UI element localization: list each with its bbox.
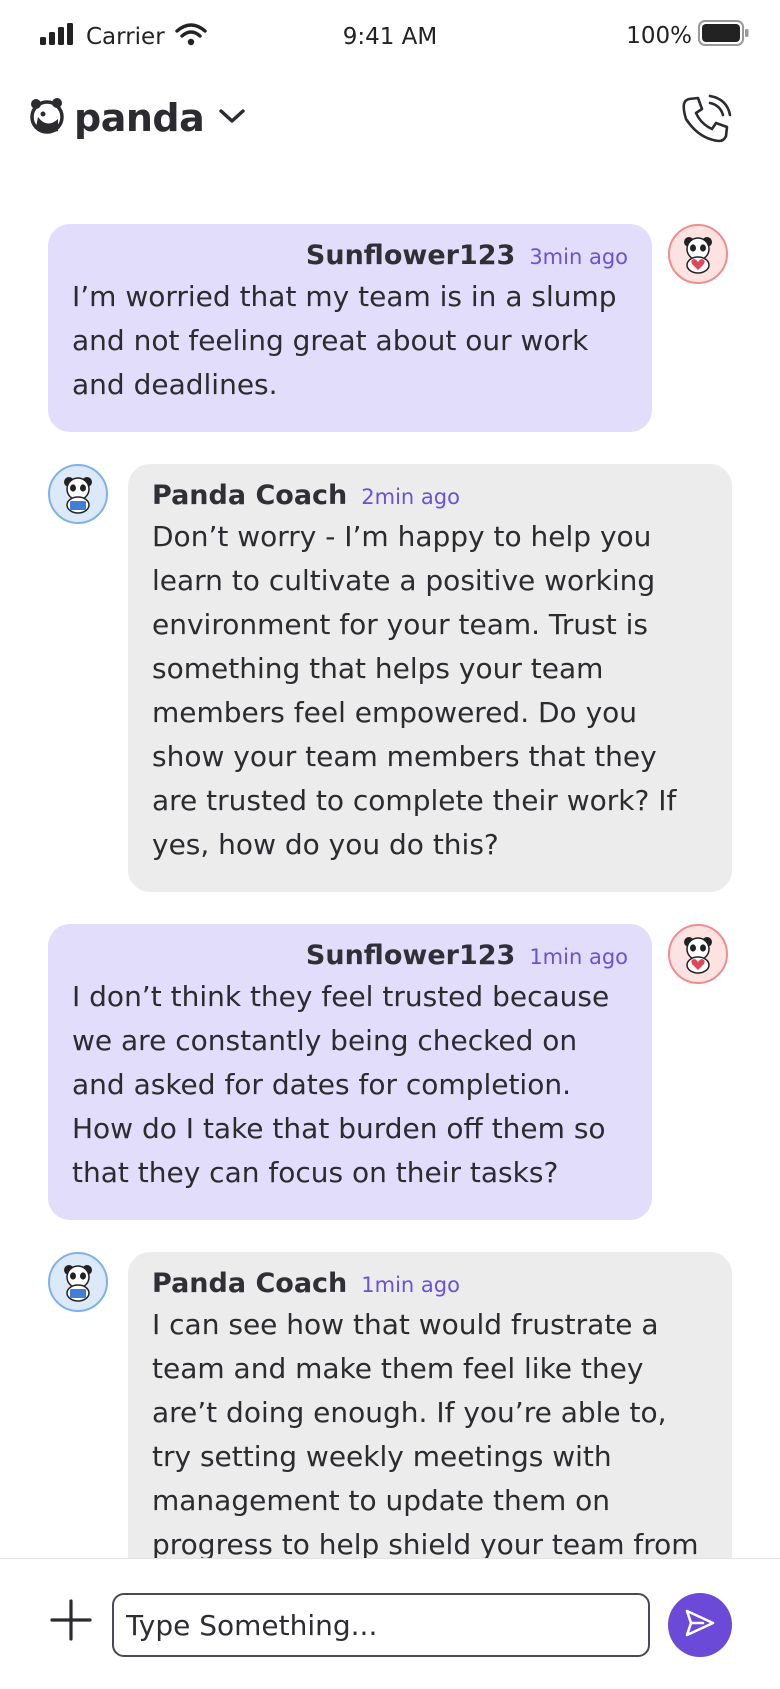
chat-message-coach: Panda Coach 1min ago I can see how that …	[128, 1252, 732, 1558]
chat-message-user: Sunflower123 1min ago I don’t think they…	[48, 924, 652, 1220]
status-bar: Carrier 9:41 AM 100%	[0, 0, 780, 76]
battery-percent: 100%	[626, 23, 692, 49]
chevron-down-icon	[218, 107, 246, 129]
message-author: Panda Coach	[152, 480, 348, 511]
message-text: Don’t worry - I’m happy to help you lear…	[152, 520, 677, 861]
message-text: I can see how that would frustrate a tea…	[152, 1308, 699, 1558]
message-meta: Sunflower123 3min ago	[72, 240, 628, 271]
message-input[interactable]	[112, 1593, 650, 1657]
phone-call-icon	[679, 93, 733, 151]
panda-laptop-avatar-icon	[48, 1252, 108, 1312]
message-bubble: Sunflower123 3min ago I’m worried that m…	[48, 224, 652, 432]
message-bubble: Sunflower123 1min ago I don’t think they…	[48, 924, 652, 1220]
message-time: 1min ago	[361, 1273, 460, 1297]
message-bubble: Panda Coach 2min ago Don’t worry - I’m h…	[128, 464, 732, 892]
message-author: Sunflower123	[305, 240, 516, 271]
chat-message-coach: Panda Coach 2min ago Don’t worry - I’m h…	[128, 464, 732, 892]
panda-laptop-avatar-icon	[48, 464, 108, 524]
chat-thread[interactable]: Sunflower123 3min ago I’m worried that m…	[0, 176, 780, 1558]
message-text: I’m worried that my team is in a slump a…	[72, 280, 617, 401]
battery-icon	[698, 20, 750, 52]
call-button[interactable]	[676, 92, 736, 152]
message-time: 2min ago	[361, 485, 460, 509]
message-author: Sunflower123	[305, 940, 516, 971]
send-button[interactable]	[668, 1593, 732, 1657]
message-time: 1min ago	[529, 945, 628, 969]
send-icon	[683, 1606, 717, 1644]
message-text: I don’t think they feel trusted because …	[72, 980, 610, 1189]
brand-name: panda	[74, 96, 205, 140]
message-bubble: Panda Coach 1min ago I can see how that …	[128, 1252, 732, 1558]
panda-logo-icon	[28, 97, 66, 139]
message-meta: Panda Coach 1min ago	[152, 1268, 708, 1299]
message-meta: Panda Coach 2min ago	[152, 480, 708, 511]
app-header: panda	[0, 76, 780, 176]
chat-message-user: Sunflower123 3min ago I’m worried that m…	[48, 224, 652, 432]
message-meta: Sunflower123 1min ago	[72, 940, 628, 971]
panda-heart-avatar-icon	[668, 924, 728, 984]
message-author: Panda Coach	[152, 1268, 348, 1299]
plus-icon	[48, 1599, 94, 1647]
add-attachment-button[interactable]	[48, 1597, 94, 1643]
brand-switcher[interactable]: panda	[28, 96, 246, 140]
message-time: 3min ago	[529, 245, 628, 269]
battery-indicator: 100%	[626, 20, 750, 52]
panda-heart-avatar-icon	[668, 224, 728, 284]
message-composer	[0, 1558, 780, 1689]
